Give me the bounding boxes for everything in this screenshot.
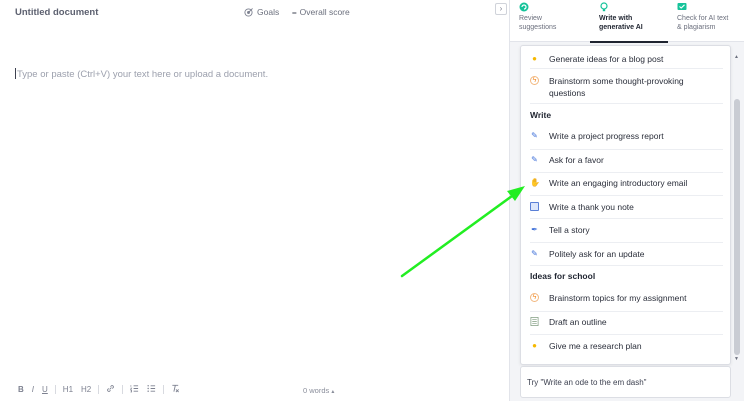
collapse-panel-button[interactable]: › (495, 3, 507, 15)
ordered-list-icon (130, 385, 139, 393)
list-divider (530, 103, 723, 104)
check-icon (677, 3, 687, 10)
dropdown-scrollbar[interactable]: ▲ ▼ (733, 52, 741, 364)
feather-icon: ✒ (531, 225, 538, 234)
list-divider (530, 195, 723, 196)
toolbar-divider (163, 385, 165, 394)
tab-ai-line2: generative AI (599, 24, 643, 31)
list-divider (530, 311, 723, 312)
document-title[interactable]: Untitled document (15, 7, 98, 18)
ordered-list-button[interactable] (126, 384, 143, 395)
italic-button[interactable]: I (28, 385, 38, 394)
heading-2-button[interactable]: H2 (77, 385, 95, 394)
pencil-icon: ✎ (531, 155, 538, 164)
heading-1-button[interactable]: H1 (59, 385, 77, 394)
panel-tabs: Review suggestions Write with generative… (510, 0, 744, 43)
goals-button[interactable]: Goals (244, 7, 279, 17)
list-divider (530, 218, 723, 219)
tab-check-line2: & plagiarism (677, 24, 716, 31)
prompt-box (520, 366, 731, 398)
toolbar-divider (54, 385, 56, 394)
review-icon (519, 2, 529, 12)
word-count[interactable]: 0 words ▴ (303, 386, 334, 395)
scroll-down-icon[interactable]: ▼ (734, 356, 739, 362)
clear-format-icon (172, 384, 180, 393)
suggestion-item[interactable]: ϟ Brainstorm some thought-provoking ques… (521, 75, 721, 99)
tab-review-line1: Review (519, 15, 542, 22)
tab-review-suggestions[interactable]: Review suggestions (510, 0, 590, 42)
list-divider (530, 172, 723, 173)
suggestion-label: Tell a story (549, 225, 590, 235)
suggestion-item[interactable]: ✎ Politely ask for an update (521, 248, 721, 260)
bulb-icon (600, 2, 608, 12)
format-toolbar: B I U H1 H2 (14, 384, 184, 395)
tab-check-ai-plagiarism[interactable]: Check for AI text & plagiarism (668, 0, 744, 42)
lightning-icon: ϟ (530, 293, 539, 302)
scroll-thumb[interactable] (734, 99, 740, 355)
suggestion-label: Brainstorm topics for my assignment (549, 293, 687, 303)
prompt-input[interactable] (527, 376, 723, 388)
overall-score-button[interactable]: -- Overall score (292, 7, 350, 17)
suggestion-item[interactable]: Write a thank you note (521, 201, 721, 213)
suggestion-item[interactable]: ✋ Write an engaging introductory email (521, 177, 721, 189)
underline-button[interactable]: U (38, 385, 52, 394)
bold-button[interactable]: B (14, 385, 28, 394)
goals-icon (244, 7, 253, 17)
lightning-icon: ϟ (530, 76, 539, 85)
card-icon (530, 202, 539, 211)
list-divider (530, 149, 723, 150)
list-divider (530, 68, 723, 69)
suggestion-item[interactable]: ● Give me a research plan (521, 340, 721, 352)
suggestion-item[interactable]: ● Generate ideas for a blog post (521, 53, 721, 65)
suggestion-item[interactable]: Draft an outline (521, 316, 721, 328)
list-divider (530, 242, 723, 243)
lightbulb-icon: ● (532, 54, 537, 63)
suggestion-label: Write a project progress report (549, 131, 664, 141)
editor-placeholder: Type or paste (Ctrl+V) your text here or… (17, 69, 269, 80)
suggestion-label: Generate ideas for a blog post (549, 54, 664, 64)
suggestion-label: Write an engaging introductory email (549, 178, 688, 188)
toolbar-divider (98, 385, 100, 394)
chevron-right-icon: › (499, 4, 503, 13)
score-label: Overall score (299, 7, 350, 17)
tab-write-with-ai[interactable]: Write with generative AI (590, 0, 668, 43)
suggestion-label: Politely ask for an update (549, 249, 645, 259)
editor-text-input[interactable]: Type or paste (Ctrl+V) your text here or… (15, 68, 268, 80)
suggestion-item[interactable]: ✎ Ask for a favor (521, 154, 721, 166)
clear-format-button[interactable] (167, 384, 184, 395)
bullet-list-icon (147, 385, 156, 392)
goals-label: Goals (257, 7, 280, 17)
caret-up-icon: ▴ (331, 389, 335, 395)
suggestion-label: Give me a research plan (549, 341, 642, 351)
list-divider (530, 265, 723, 266)
bullet-list-button[interactable] (143, 384, 160, 395)
tab-check-line1: Check for AI text (677, 15, 729, 22)
scroll-up-icon[interactable]: ▲ (734, 54, 739, 60)
wave-hand-icon: ✋ (530, 178, 540, 187)
tab-ai-line1: Write with (599, 15, 633, 22)
prompt-suggestions-dropdown: ● Generate ideas for a blog post ϟ Brain… (520, 45, 731, 365)
suggestion-item[interactable]: ✎ Write a project progress report (521, 130, 721, 142)
suggestion-label: Write a thank you note (549, 202, 634, 212)
score-value: -- (292, 7, 297, 17)
word-count-label: 0 words (303, 386, 330, 395)
editor-area: Untitled document Goals -- Overall score… (0, 0, 509, 401)
list-divider (530, 334, 723, 335)
pencil-icon: ✎ (531, 131, 538, 140)
lightbulb-icon: ● (532, 341, 537, 350)
outline-icon (530, 317, 539, 326)
link-button[interactable] (102, 384, 119, 395)
suggestion-label: Brainstorm some thought-provoking questi… (549, 76, 684, 98)
suggestion-label: Ask for a favor (549, 155, 604, 165)
toolbar-divider (122, 385, 124, 394)
suggestion-item[interactable]: ✒ Tell a story (521, 224, 721, 236)
tab-review-line2: suggestions (519, 24, 557, 31)
section-heading-write: Write (530, 110, 552, 120)
suggestion-label: Draft an outline (549, 317, 607, 327)
section-heading-school: Ideas for school (530, 271, 596, 281)
text-caret (15, 68, 16, 79)
link-icon (107, 385, 115, 392)
suggestion-item[interactable]: ϟ Brainstorm topics for my assignment (521, 292, 721, 304)
pencil-icon: ✎ (531, 249, 538, 258)
